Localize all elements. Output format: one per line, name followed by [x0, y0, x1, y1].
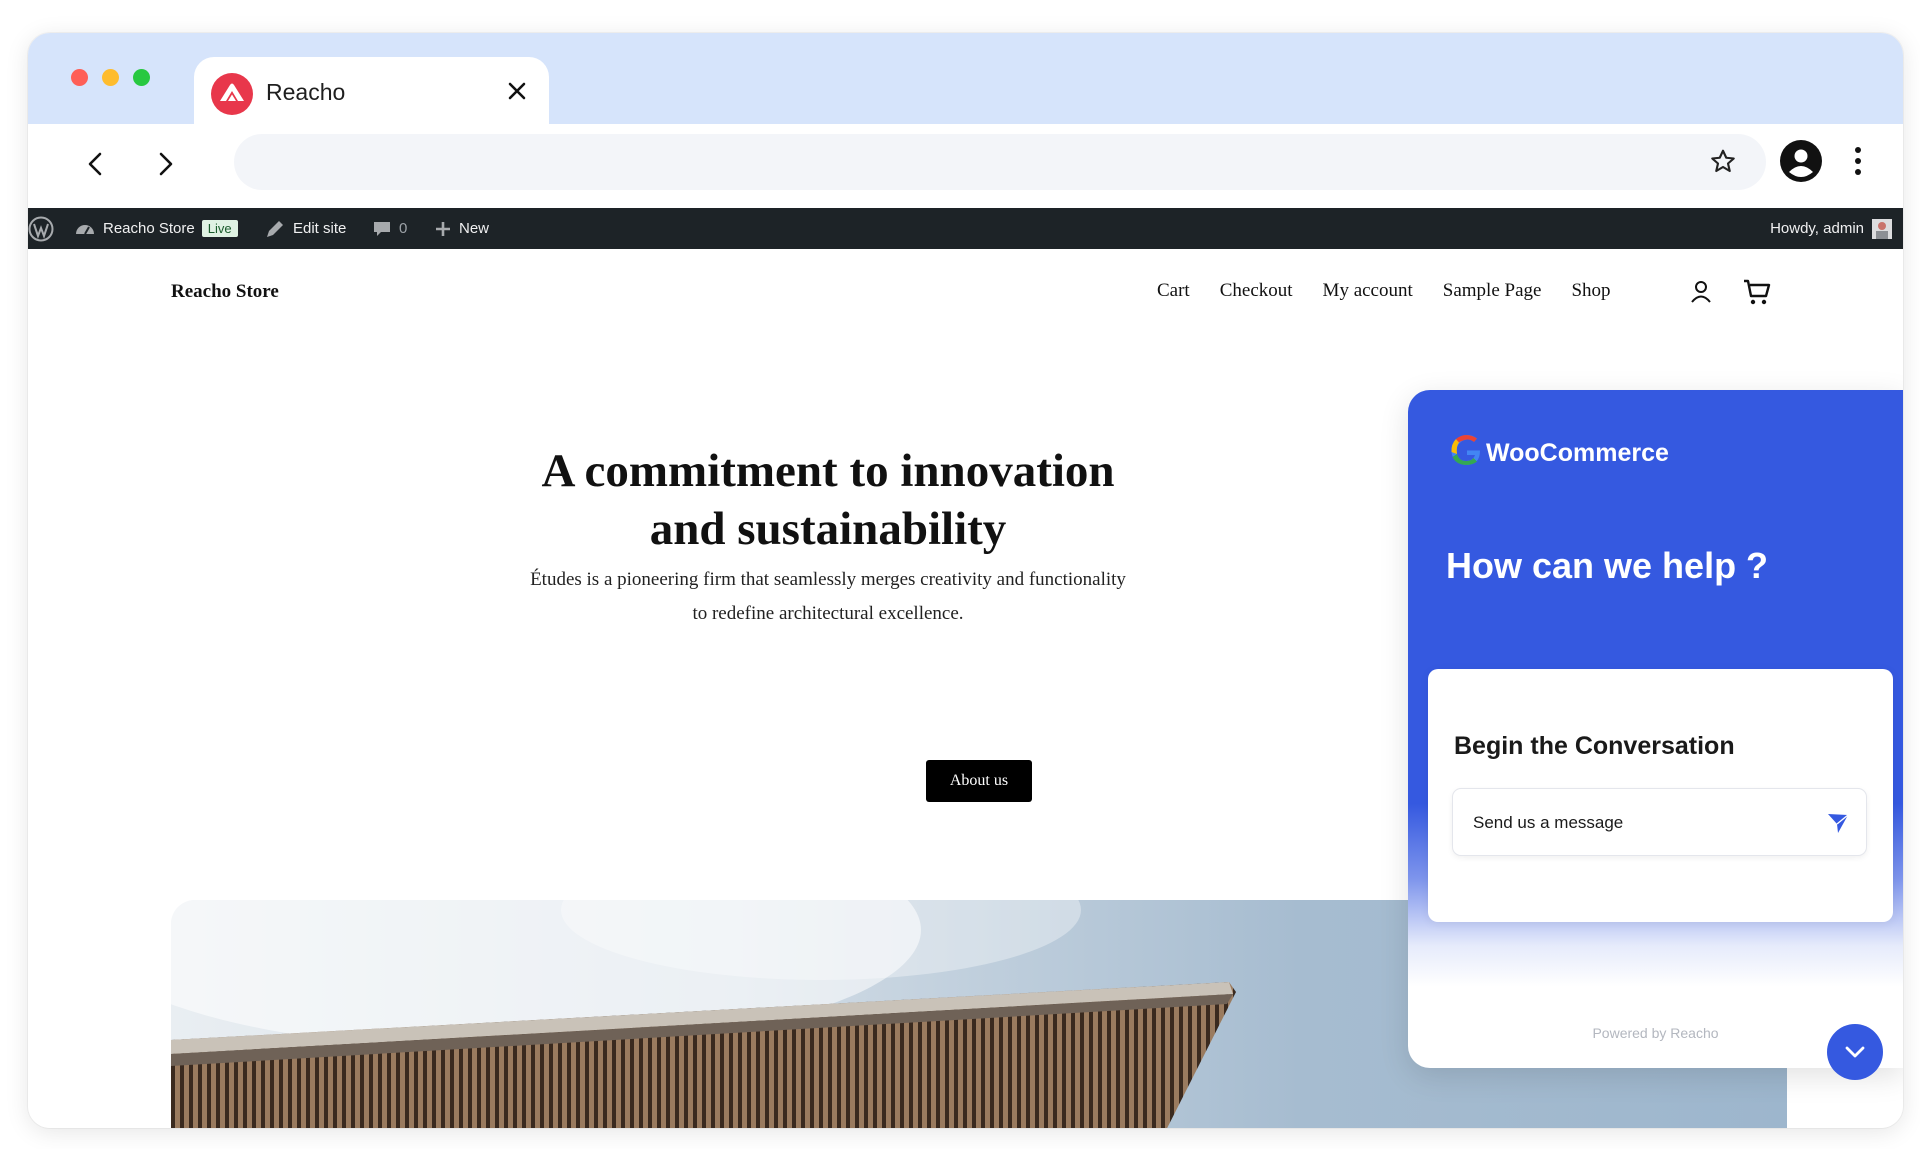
chevron-down-icon [1845, 1046, 1865, 1058]
close-window-dot[interactable] [71, 69, 88, 86]
edit-pen-icon [267, 220, 283, 237]
profile-icon[interactable] [1779, 139, 1823, 183]
about-us-button[interactable]: About us [926, 760, 1032, 802]
forward-arrow-icon[interactable] [147, 146, 183, 182]
hero-title: A commitment to innovation and sustainab… [541, 445, 1115, 555]
reacho-logo-icon [211, 73, 253, 115]
site-title[interactable]: Reacho Store [171, 281, 279, 303]
chat-card: Begin the Conversation Send us a message [1428, 669, 1893, 922]
howdy-text: Howdy, admin [1770, 220, 1864, 237]
browser-window: Reacho Reacho Store Live Edit site 0 New… [28, 33, 1903, 1128]
edit-site-link[interactable]: Edit site [264, 208, 346, 249]
star-icon[interactable] [1708, 147, 1738, 177]
chat-widget: WooCommerce How can we help ? Begin the … [1408, 390, 1903, 1068]
nav-sample-page[interactable]: Sample Page [1443, 280, 1542, 302]
tab-title: Reacho [266, 79, 346, 105]
address-bar[interactable] [234, 134, 1766, 190]
user-icon[interactable] [1689, 279, 1713, 305]
new-label: New [459, 220, 490, 237]
wordpress-icon [28, 216, 54, 241]
chat-brand: WooCommerce [1486, 439, 1669, 467]
live-badge: Live [201, 220, 238, 237]
back-arrow-icon[interactable] [78, 146, 114, 182]
chat-heading: How can we help ? [1446, 545, 1769, 586]
title-bar: Reacho [28, 33, 1903, 124]
nav-cart[interactable]: Cart [1157, 280, 1190, 302]
nav-shop[interactable]: Shop [1571, 280, 1610, 302]
wp-logo-menu[interactable] [28, 208, 54, 249]
dashboard-icon [76, 224, 94, 234]
google-icon [1451, 434, 1480, 465]
chat-toggle-button[interactable] [1827, 1024, 1883, 1080]
plus-icon [436, 221, 450, 236]
chat-message-input[interactable]: Send us a message [1452, 788, 1867, 856]
browser-tab[interactable]: Reacho [194, 57, 549, 124]
hero-subtitle: Études is a pioneering firm that seamles… [530, 569, 1126, 624]
chat-card-title: Begin the Conversation [1454, 732, 1735, 760]
admin-site-name: Reacho Store [103, 220, 195, 237]
my-account-menu[interactable]: Howdy, admin [1770, 208, 1893, 249]
nav-my-account[interactable]: My account [1323, 280, 1413, 302]
site-name-menu[interactable]: Reacho Store Live [74, 208, 238, 249]
comment-icon [374, 221, 390, 236]
chat-input-placeholder: Send us a message [1473, 813, 1624, 832]
more-vert-icon[interactable] [1850, 141, 1866, 181]
maximize-window-dot[interactable] [133, 69, 150, 86]
site-nav: Cart Checkout My account Sample Page Sho… [1157, 280, 1611, 302]
cart-icon[interactable] [1742, 277, 1772, 307]
wp-admin-bar: Reacho Store Live Edit site 0 New Howdy,… [28, 208, 1903, 249]
edit-site-label: Edit site [293, 220, 347, 237]
comments-count: 0 [399, 220, 408, 237]
minimize-window-dot[interactable] [102, 69, 119, 86]
send-icon[interactable] [1826, 811, 1850, 835]
avatar [1872, 218, 1892, 239]
new-content-menu[interactable]: New [434, 208, 489, 249]
comments-link[interactable]: 0 [372, 208, 407, 249]
close-icon[interactable] [505, 79, 529, 103]
browser-toolbar [28, 124, 1903, 208]
nav-checkout[interactable]: Checkout [1220, 280, 1293, 302]
